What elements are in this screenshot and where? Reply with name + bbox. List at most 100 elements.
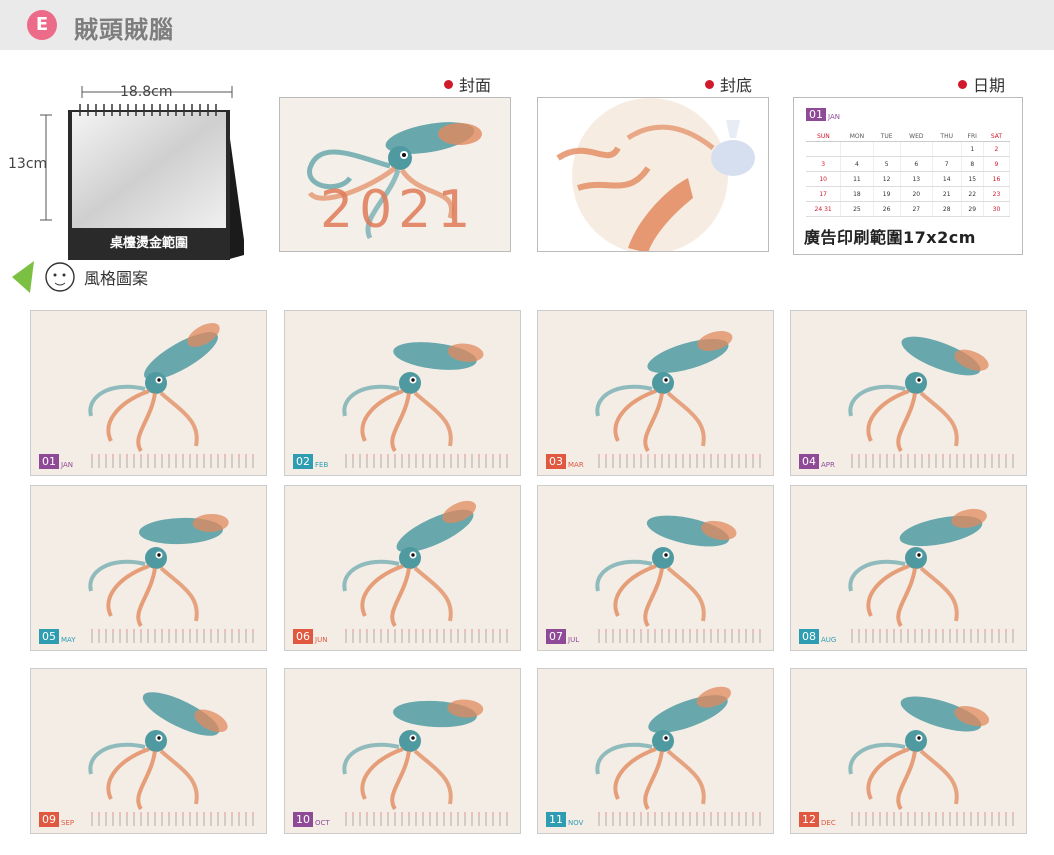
month-label: 08 AUG (799, 629, 836, 644)
month-label: 06 JUN (293, 629, 327, 644)
weekday-header: FRI (961, 132, 984, 142)
month-card-may[interactable]: 05 MAY (30, 485, 267, 651)
month-card-nov[interactable]: 11 NOV (537, 668, 774, 834)
month-card-dec[interactable]: 12 DEC (790, 668, 1027, 834)
squid-illustration (595, 515, 737, 628)
month-label: 11 NOV (546, 812, 583, 827)
weekday-header: SUN (806, 132, 841, 142)
month-card-sep[interactable]: 09 SEP (30, 668, 267, 834)
month-name: DEC (821, 819, 836, 827)
month-label: 12 DEC (799, 812, 836, 827)
weekday-header: SAT (983, 132, 1010, 142)
date-cell: 15 (961, 171, 984, 187)
squid-illustration (848, 336, 989, 453)
weekday-header: TUE (873, 132, 901, 142)
date-strip (345, 816, 508, 826)
back-cover-card[interactable] (537, 97, 769, 252)
date-cell (840, 141, 874, 157)
date-month-number: 01 (806, 108, 826, 121)
month-card-jan[interactable]: 01 JAN (30, 310, 267, 476)
ad-print-area-caption: 廣告印刷範圍17x2cm (804, 228, 976, 247)
date-cell: 27 (900, 201, 933, 217)
month-number: 02 (293, 454, 313, 469)
month-card-jun[interactable]: 06 JUN (284, 485, 521, 651)
month-number: 01 (39, 454, 59, 469)
date-cell: 4 (840, 156, 874, 172)
squid-illustration (342, 699, 484, 811)
squid-illustration (88, 692, 228, 811)
date-cell: 20 (900, 186, 933, 202)
month-card-aug[interactable]: 08 AUG (790, 485, 1027, 651)
month-label: 03 MAR (546, 454, 584, 469)
date-cell: 2 (983, 141, 1011, 157)
date-cell: 18 (840, 186, 874, 202)
month-number: 10 (293, 812, 313, 827)
date-cell: 6 (900, 156, 933, 172)
month-name: AUG (821, 636, 837, 644)
date-strip (345, 633, 508, 643)
date-cell: 29 (961, 201, 984, 217)
month-card-apr[interactable]: 04 APR (790, 310, 1027, 476)
squid-illustration (342, 500, 476, 628)
month-card-jul[interactable]: 07 JUL (537, 485, 774, 651)
date-cell: 9 (983, 156, 1011, 172)
date-cell (900, 141, 933, 157)
squid-illustration (595, 331, 733, 453)
squid-tentacle-illustration (556, 98, 755, 251)
date-cell: 1 (961, 141, 984, 157)
date-cell: 25 (840, 201, 874, 217)
squid-illustration (88, 513, 229, 628)
month-name: NOV (568, 819, 584, 827)
date-calendar-card[interactable]: 01 JAN SUN MON TUE WED THU FRI SAT 1 2 3 4 5 6 7 8 9 10 1… (793, 97, 1023, 255)
month-number: 04 (799, 454, 819, 469)
month-name: JAN (61, 461, 73, 469)
date-cell: 23 (983, 186, 1011, 202)
date-strip (851, 816, 1014, 826)
month-card-mar[interactable]: 03 MAR (537, 310, 774, 476)
date-cell: 3 (806, 156, 842, 172)
date-cell: 10 (806, 171, 842, 187)
date-strip (345, 458, 508, 468)
squid-illustration (848, 508, 987, 628)
month-label: 07 JUL (546, 629, 579, 644)
section-badge: E (27, 10, 57, 40)
back-cover-label: 封底 (705, 72, 752, 96)
date-cell: 21 (932, 186, 962, 202)
cover-year-text: 2021 (320, 180, 477, 240)
width-dimension-label: 18.8cm (120, 84, 173, 100)
squid-illustration (342, 342, 484, 453)
date-cell: 19 (873, 186, 901, 202)
month-number: 05 (39, 629, 59, 644)
date-cell: 5 (873, 156, 901, 172)
date-cell (806, 141, 842, 157)
month-name: MAY (61, 636, 76, 644)
weekday-header: WED (900, 132, 933, 142)
date-cell (932, 141, 962, 157)
date-strip (851, 458, 1014, 468)
month-card-oct[interactable]: 10 OCT (284, 668, 521, 834)
month-name: OCT (315, 819, 330, 827)
squid-illustration (848, 696, 990, 811)
month-number: 12 (799, 812, 819, 827)
date-strip (598, 458, 761, 468)
weekday-header: THU (932, 132, 962, 142)
date-strip (91, 816, 254, 826)
month-number: 08 (799, 629, 819, 644)
style-pattern-text: 風格圖案 (84, 269, 149, 288)
date-strip (91, 633, 254, 643)
date-strip (598, 633, 761, 643)
front-cover-card[interactable]: 2021 (279, 97, 511, 252)
month-card-feb[interactable]: 02 FEB (284, 310, 521, 476)
date-strip (851, 633, 1014, 643)
month-label: 02 FEB (293, 454, 328, 469)
date-cell: 28 (932, 201, 962, 217)
date-cell: 30 (983, 201, 1011, 217)
date-month-name: JAN (828, 113, 840, 121)
date-strip (91, 458, 254, 468)
style-pattern-label: 風格圖案 (8, 257, 148, 297)
month-name: SEP (61, 819, 75, 827)
front-cover-label: 封面 (444, 72, 491, 96)
month-number: 11 (546, 812, 566, 827)
date-label: 日期 (958, 72, 1005, 96)
date-cell: 24 31 (806, 201, 842, 217)
